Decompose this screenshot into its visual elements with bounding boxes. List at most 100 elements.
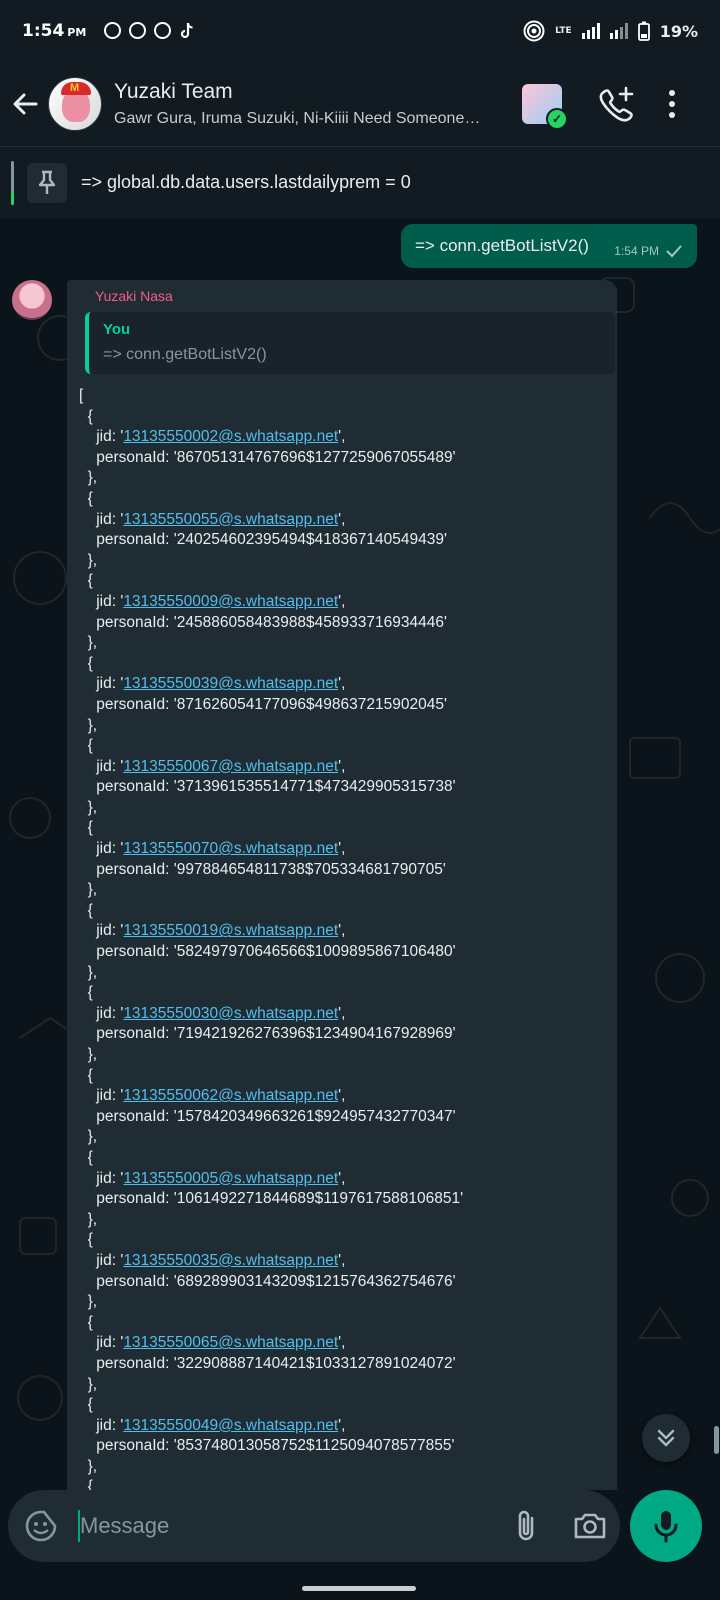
persona-id: 322908887140421$1033127891024072 [176,1354,453,1372]
scroll-down-button[interactable] [642,1414,690,1462]
entry-open-brace: { [79,407,93,425]
quoted-message[interactable]: You => conn.getBotListV2() [85,312,615,374]
status-time-ampm: PM [67,26,87,39]
pinned-indicator [11,161,14,205]
quote-author: You [103,321,131,338]
scrollbar-thumb[interactable] [714,1426,719,1454]
entry-open-brace: { [79,654,93,672]
entry-open-brace: { [79,1148,93,1166]
network-type: LTE [555,25,572,36]
entry-close-brace: }, [79,1375,98,1393]
entry-close-brace: }, [79,469,98,487]
jid-link[interactable]: 13135550049@s.whatsapp.net [123,1417,338,1434]
message-input-container[interactable] [8,1490,620,1562]
entry-persona-line: personaId: '582497970646566$100989586710… [79,943,456,961]
avatar-logo: M [70,82,80,94]
status-right: LTE 19% [523,20,698,42]
home-indicator [302,1586,416,1591]
jid-link[interactable]: 13135550002@s.whatsapp.net [123,428,338,445]
entry-open-brace: { [79,1231,93,1249]
whatsapp-business-icon [129,22,147,39]
message-code-block: [ { jid: '13135550002@s.whatsapp.net', p… [79,386,605,1490]
persona-id: 997884654811738$705334681790705 [176,860,443,878]
entry-close-brace: }, [79,963,98,981]
message-input[interactable] [80,1506,490,1546]
jid-link[interactable]: 13135550030@s.whatsapp.net [123,1005,338,1022]
jid-link[interactable]: 13135550035@s.whatsapp.net [123,1252,338,1269]
entry-jid-line: jid: '13135550035@s.whatsapp.net', [79,1251,346,1269]
jid-link[interactable]: 13135550009@s.whatsapp.net [123,593,338,610]
entry-jid-line: jid: '13135550067@s.whatsapp.net', [79,757,346,775]
chat-subtitle: Gawr Gura, Iruma Suzuki, Ni-Kiiii Need S… [114,110,481,127]
community-avatar[interactable]: ✓ [522,84,568,130]
entry-persona-line: personaId: '322908887140421$103312789102… [79,1354,456,1372]
entry-close-brace: }, [79,881,98,899]
jid-link[interactable]: 13135550055@s.whatsapp.net [123,511,338,528]
arrow-left-icon [13,93,38,115]
entry-persona-line: personaId: '867051314767696$127725906705… [79,448,456,466]
entry-jid-line: jid: '13135550030@s.whatsapp.net', [79,1004,346,1022]
battery-icon [637,21,650,41]
pin-icon [27,162,67,203]
sender-avatar[interactable] [12,280,52,320]
status-time-value: 1:54 [22,21,65,41]
incoming-message[interactable]: Yuzaki Nasa You => conn.getBotListV2() [… [67,280,617,1490]
entry-persona-line: personaId: '1061492271844689$11976175881… [79,1190,464,1208]
persona-id: 871626054177096$498637215902045 [176,695,444,713]
camera-button[interactable] [570,1506,610,1546]
entry-open-brace: { [79,1478,93,1490]
entry-close-brace: }, [79,1210,98,1228]
chat-title: Yuzaki Team [114,80,233,103]
back-button[interactable] [2,81,48,127]
open-bracket: [ [79,387,84,404]
phone-plus-icon [599,86,634,122]
status-time: 1:54 PM [22,21,86,41]
quote-text: => conn.getBotListV2() [103,346,267,363]
jid-link[interactable]: 13135550062@s.whatsapp.net [123,1087,338,1104]
add-call-button[interactable] [596,84,636,124]
hotspot-icon [523,20,545,42]
entry-jid-line: jid: '13135550005@s.whatsapp.net', [79,1169,346,1187]
jid-link[interactable]: 13135550065@s.whatsapp.net [123,1334,338,1351]
entry-open-brace: { [79,984,93,1002]
jid-link[interactable]: 13135550070@s.whatsapp.net [123,840,338,857]
camera-icon [574,1513,606,1539]
entry-jid-line: jid: '13135550019@s.whatsapp.net', [79,922,346,940]
paperclip-icon [518,1510,534,1541]
status-bar: 1:54 PM LTE 19% [0,0,720,62]
group-avatar[interactable]: M [48,77,102,131]
dots-vertical-icon [669,90,675,118]
jid-link[interactable]: 13135550019@s.whatsapp.net [123,922,338,939]
more-options-button[interactable] [660,84,684,124]
entry-persona-line: personaId: '719421926276396$123490416792… [79,1025,456,1043]
chat-info[interactable]: Yuzaki Team Gawr Gura, Iruma Suzuki, Ni-… [114,80,524,128]
entry-close-brace: }, [79,1457,98,1475]
persona-id: 689289903143209$1215764362754676 [176,1272,453,1290]
emoji-button[interactable] [24,1509,58,1543]
persona-id: 867051314767696$1277259067055489 [176,448,453,466]
entry-close-brace: }, [79,716,98,734]
chat-area[interactable]: => conn.getBotListV2() 1:54 PM Yuzaki Na… [0,218,720,1490]
jid-link[interactable]: 13135550005@s.whatsapp.net [123,1170,338,1187]
pinned-message-bar[interactable]: => global.db.data.users.lastdailyprem = … [0,146,720,218]
persona-id: 240254602395494$418367140549439 [176,531,444,549]
outgoing-message[interactable]: => conn.getBotListV2() 1:54 PM [401,224,697,268]
sender-name[interactable]: Yuzaki Nasa [95,288,605,304]
attach-button[interactable] [506,1506,546,1546]
outgoing-text: => conn.getBotListV2() [415,236,589,255]
entry-open-brace: { [79,819,93,837]
entry-persona-line: personaId: '853748013058752$112509407857… [79,1437,455,1455]
tiktok-icon [181,22,193,39]
entry-open-brace: { [79,1396,93,1414]
jid-link[interactable]: 13135550039@s.whatsapp.net [123,675,338,692]
persona-id: 3713961535514771$473429905315738 [176,778,453,796]
pinned-text: => global.db.data.users.lastdailyprem = … [81,172,411,192]
notification-icons [104,22,195,40]
composer-bar [0,1490,720,1600]
jid-link[interactable]: 13135550067@s.whatsapp.net [123,758,338,775]
entry-persona-line: personaId: '871626054177096$498637215902… [79,695,447,713]
chat-header: M Yuzaki Team Gawr Gura, Iruma Suzuki, N… [0,62,720,146]
voice-message-button[interactable] [630,1490,702,1562]
entry-jid-line: jid: '13135550062@s.whatsapp.net', [79,1087,346,1105]
entry-close-brace: }, [79,1128,98,1146]
